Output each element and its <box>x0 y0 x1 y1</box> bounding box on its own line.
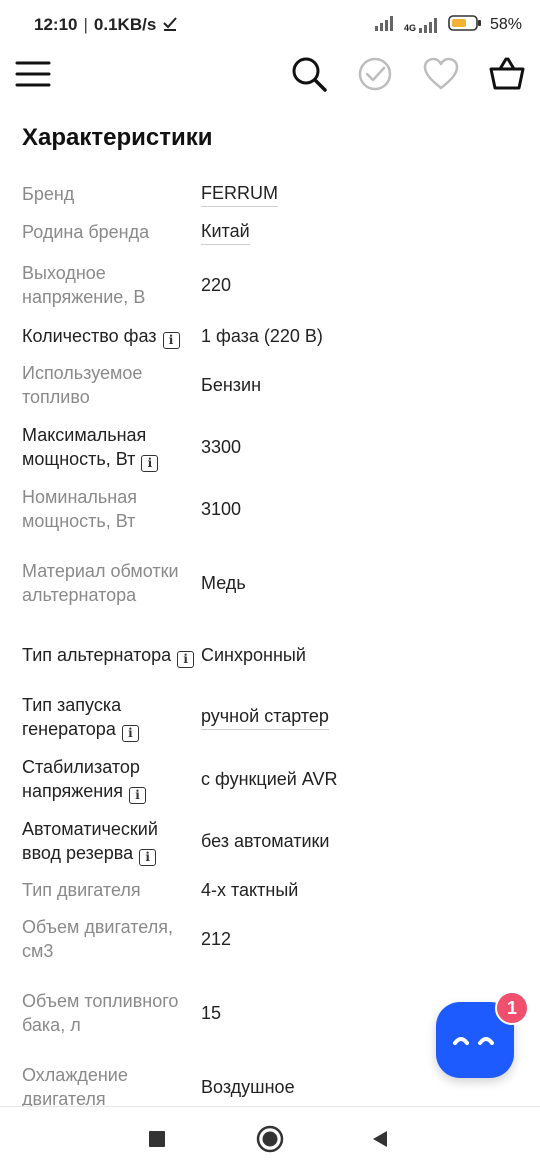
spec-row-winding-material: Материал обмотки альтернатора Медь <box>22 544 522 622</box>
spec-row-fuel: Используемое топливо Бензин <box>22 358 522 412</box>
basket-icon[interactable] <box>487 50 527 98</box>
status-speed: 0.1KB/s <box>93 15 157 34</box>
spec-label-text: Тип запуска генератора <box>22 694 122 739</box>
spec-label: Охлаждение двигателя <box>22 1065 128 1109</box>
spec-label-text: Стабилизатор напряжения <box>22 756 140 801</box>
info-icon[interactable]: i <box>162 331 180 349</box>
app-header <box>0 50 540 98</box>
status-bar: 12:10 | 0.1KB/s 4G 58% <box>0 0 540 50</box>
spec-value: Воздушное <box>201 1077 295 1097</box>
info-icon[interactable]: i <box>121 724 139 742</box>
status-right: 4G 58% <box>374 14 522 36</box>
spec-label: Объем топливного бака, л <box>22 991 179 1035</box>
spec-value: 3100 <box>201 499 242 519</box>
spec-label-text: Количество фаз <box>22 325 157 346</box>
spec-row-phases: Количество фаз i 1 фаза (220 В) <box>22 318 522 354</box>
battery-percent: 58% <box>489 16 522 33</box>
spec-label: Родина бренда <box>22 222 150 242</box>
spec-label-text: Максимальная мощность, Вт <box>22 424 147 469</box>
spec-value-link[interactable]: Китай <box>201 219 250 245</box>
status-left: 12:10 | 0.1KB/s <box>34 15 178 36</box>
spec-row-brand: Бренд FERRUM <box>22 176 522 212</box>
spec-label: Бренд <box>22 184 75 204</box>
spec-row-rated-power: Номинальная мощность, Вт 3100 <box>22 482 522 536</box>
spec-row-alternator-type: Тип альтернатора i Синхронный <box>22 628 522 682</box>
spec-label: Количество фаз i <box>22 324 201 349</box>
signal-icon <box>374 15 396 36</box>
spec-value: 4-х тактный <box>201 880 299 900</box>
spec-value: 3300 <box>201 437 242 457</box>
spec-label: Стабилизатор напряжения i <box>22 755 201 804</box>
spec-label: Автоматический ввод резерва i <box>22 817 201 866</box>
spec-row-max-power: Максимальная мощность, Вт i 3300 <box>22 420 522 474</box>
spec-row-stabilizer: Стабилизатор напряжения i с функцией AVR <box>22 752 522 806</box>
spec-row-engine-volume: Объем двигателя, см3 212 <box>22 912 522 966</box>
spec-value-link[interactable]: ручной стартер <box>201 704 329 730</box>
spec-row-start-type: Тип запуска генератора i ручной стартер <box>22 690 522 744</box>
battery-icon <box>448 14 482 36</box>
spec-label: Объем двигателя, см3 <box>22 917 173 961</box>
status-time: 12:10 <box>34 15 78 34</box>
spec-label: Номинальная мощность, Вт <box>22 487 137 531</box>
spec-value: 212 <box>201 929 232 949</box>
section-title: Характеристики <box>22 124 213 151</box>
spec-value: Бензин <box>201 375 262 395</box>
spec-value-link[interactable]: FERRUM <box>201 181 278 207</box>
system-nav-bar <box>0 1106 540 1170</box>
info-icon[interactable]: i <box>141 454 159 472</box>
chat-notification-badge: 1 <box>495 991 529 1025</box>
spec-value: 15 <box>201 1003 222 1023</box>
info-icon[interactable]: i <box>139 848 157 866</box>
spec-label: Тип запуска генератора i <box>22 693 201 742</box>
info-icon[interactable]: i <box>129 786 147 804</box>
spec-label: Тип двигателя <box>22 880 141 900</box>
recent-apps-icon[interactable] <box>141 1123 173 1155</box>
spec-value: с функцией AVR <box>201 769 338 789</box>
screen: 12:10 | 0.1KB/s 4G 58% Характеристики Бр… <box>0 0 540 1170</box>
back-icon[interactable] <box>364 1123 396 1155</box>
spec-row-engine-type: Тип двигателя 4-х тактный <box>22 872 522 908</box>
spec-label: Материал обмотки альтернатора <box>22 561 179 605</box>
status-separator: | <box>83 15 88 34</box>
info-icon[interactable]: i <box>177 650 195 668</box>
heart-icon[interactable] <box>421 50 461 98</box>
spec-value: 1 фаза (220 В) <box>201 326 323 346</box>
network-label: 4G <box>403 23 416 33</box>
spec-value: 220 <box>201 275 232 295</box>
spec-label: Выходное напряжение, В <box>22 263 146 307</box>
spec-value: Медь <box>201 573 246 593</box>
spec-label: Максимальная мощность, Вт i <box>22 423 201 472</box>
home-icon[interactable] <box>254 1123 286 1155</box>
spec-label-text: Тип альтернатора <box>22 644 172 665</box>
spec-row-brand-country: Родина бренда Китай <box>22 214 522 250</box>
download-check-icon <box>162 15 178 36</box>
spec-value: Синхронный <box>201 645 306 665</box>
spec-row-output-voltage: Выходное напряжение, В 220 <box>22 258 522 312</box>
specs-section: Характеристики Бренд FERRUM Родина бренд… <box>22 120 522 1109</box>
signal-4g-icon: 4G <box>404 17 440 33</box>
spec-label: Тип альтернатора i <box>22 643 201 668</box>
spec-row-auto-reserve: Автоматический ввод резерва i без автомат… <box>22 814 522 868</box>
spec-label-text: Автоматический ввод резерва <box>22 818 158 863</box>
spec-label: Используемое топливо <box>22 363 143 407</box>
check-circle-icon[interactable] <box>355 50 395 98</box>
search-icon[interactable] <box>289 50 329 98</box>
menu-icon[interactable] <box>13 50 53 98</box>
spec-value: без автоматики <box>201 831 330 851</box>
